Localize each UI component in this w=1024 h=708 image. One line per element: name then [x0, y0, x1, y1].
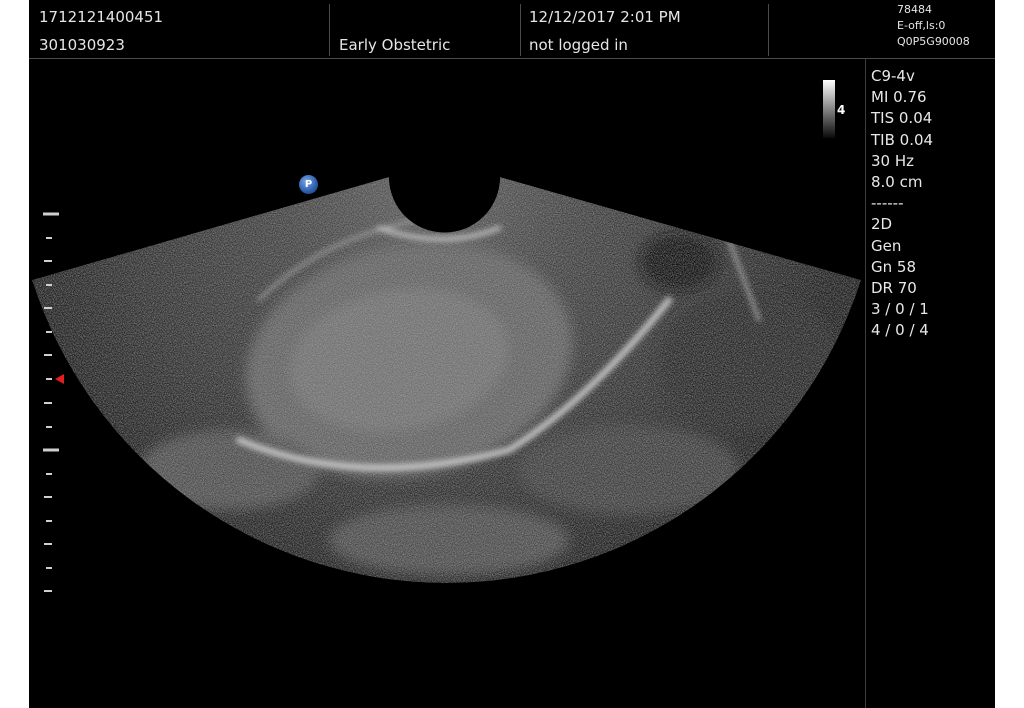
dynamic-range: DR 70: [871, 279, 917, 298]
panel-divider: [865, 59, 866, 708]
param-separator: ------: [871, 194, 904, 213]
thermal-index-bone: TIB 0.04: [871, 130, 934, 149]
probe-orientation-marker: P: [299, 175, 318, 194]
parameter-panel: C9-4v MI 0.76 TIS 0.04 TIB 0.04 30 Hz 8.…: [871, 66, 991, 342]
image-depth: 8.0 cm: [871, 173, 923, 192]
grayscale-bar: [823, 80, 835, 138]
thermal-index-soft: TIS 0.04: [871, 109, 933, 128]
focus-marker-icon[interactable]: [55, 374, 64, 384]
frame-rate: 30 Hz: [871, 151, 915, 170]
depth-scale: [43, 212, 59, 592]
mechanical-index: MI 0.76: [871, 88, 927, 107]
frequency-preset: Gen: [871, 236, 902, 255]
processing-setting-1: 3 / 0 / 1: [871, 300, 929, 319]
probe-model: C9-4v: [871, 67, 915, 85]
grayscale-map-value: 4: [837, 103, 846, 117]
imaging-mode: 2D: [871, 215, 893, 234]
ultrasound-screen: 1712121400451 301030923 Early Obstetric …: [29, 0, 995, 708]
processing-setting-2: 4 / 0 / 4: [871, 321, 929, 340]
sector-fan: [32, 177, 861, 584]
ultrasound-image[interactable]: [29, 0, 995, 708]
gain-value: Gn 58: [871, 257, 916, 276]
